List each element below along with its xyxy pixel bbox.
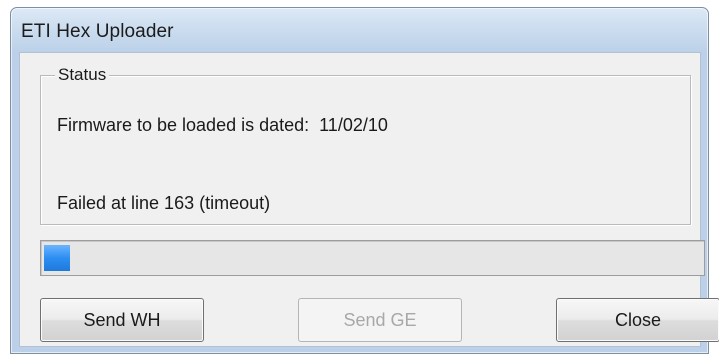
close-button[interactable]: Close bbox=[556, 298, 719, 342]
window-title: ETI Hex Uploader bbox=[21, 21, 174, 42]
progress-fill bbox=[44, 245, 70, 271]
app-window: ETI Hex Uploader Status Firmware to be l… bbox=[10, 7, 719, 354]
send-wh-button[interactable]: Send WH bbox=[40, 298, 204, 342]
upload-result-label: Failed at line 163 (timeout) bbox=[57, 193, 271, 213]
status-group-legend: Status bbox=[55, 65, 110, 85]
title-bar[interactable]: ETI Hex Uploader bbox=[11, 8, 708, 52]
upload-progress-bar bbox=[40, 240, 705, 276]
client-area: Status Firmware to be loaded is dated: 1… bbox=[19, 52, 719, 347]
send-ge-button[interactable]: Send GE bbox=[298, 298, 462, 342]
firmware-date-label: Firmware to be loaded is dated: 11/02/10 bbox=[57, 115, 388, 135]
